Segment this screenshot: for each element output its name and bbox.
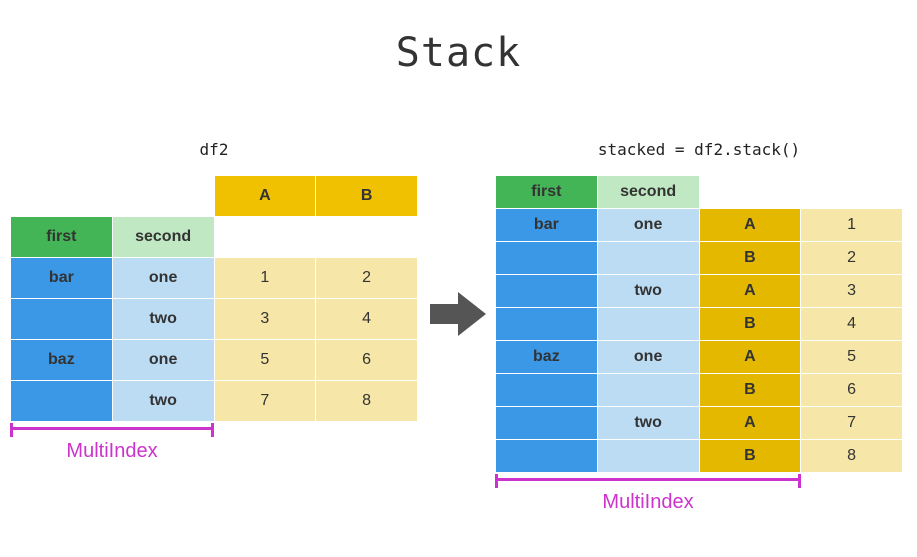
- table-row: B 6: [496, 374, 903, 407]
- right-panel: stacked = df2.stack() first second bar o…: [495, 140, 903, 514]
- cell-value: 8: [801, 440, 903, 473]
- stacked-col: A: [699, 407, 801, 440]
- stacked-col: B: [699, 242, 801, 275]
- blank-cell: [801, 176, 903, 209]
- cell-value: 1: [214, 258, 316, 299]
- table-row: first second: [11, 217, 418, 258]
- index-first: bar: [496, 209, 598, 242]
- index-second: one: [112, 258, 214, 299]
- index-second-empty: [597, 374, 699, 407]
- index-second-empty: [597, 242, 699, 275]
- right-table: first second bar one A 1 B 2 two A: [495, 175, 903, 473]
- index-second-empty: [597, 308, 699, 341]
- cell-value: 3: [214, 299, 316, 340]
- table-row: bar one A 1: [496, 209, 903, 242]
- index-first-empty: [496, 242, 598, 275]
- index-first: baz: [496, 341, 598, 374]
- index-second: two: [597, 407, 699, 440]
- stacked-col: A: [699, 341, 801, 374]
- index-first-empty: [496, 440, 598, 473]
- cell-value: 2: [316, 258, 418, 299]
- cell-value: 5: [214, 340, 316, 381]
- cell-value: 4: [316, 299, 418, 340]
- index-name-first: first: [496, 176, 598, 209]
- blank-cell: [11, 176, 113, 217]
- multiindex-bracket: [495, 477, 903, 491]
- index-second: one: [597, 341, 699, 374]
- index-name-second: second: [597, 176, 699, 209]
- cell-value: 6: [801, 374, 903, 407]
- left-table: A B first second bar one 1 2 two 3 4: [10, 175, 418, 422]
- stacked-col: B: [699, 374, 801, 407]
- blank-cell: [316, 217, 418, 258]
- table-row: B 4: [496, 308, 903, 341]
- table-row: baz one A 5: [496, 341, 903, 374]
- col-header: B: [316, 176, 418, 217]
- index-second: two: [112, 299, 214, 340]
- table-row: two A 3: [496, 275, 903, 308]
- multiindex-bracket: [10, 426, 418, 440]
- left-panel: df2 A B first second bar one 1 2: [10, 140, 418, 463]
- page-title: Stack: [0, 30, 917, 76]
- index-name-first: first: [11, 217, 113, 258]
- cell-value: 5: [801, 341, 903, 374]
- cell-value: 7: [214, 381, 316, 422]
- stacked-col: B: [699, 440, 801, 473]
- stacked-col: B: [699, 308, 801, 341]
- cell-value: 8: [316, 381, 418, 422]
- left-caption: df2: [10, 140, 418, 159]
- index-second: two: [597, 275, 699, 308]
- blank-cell: [214, 217, 316, 258]
- index-second: one: [112, 340, 214, 381]
- arrow-icon: [430, 290, 486, 338]
- col-header: A: [214, 176, 316, 217]
- table-row: first second: [496, 176, 903, 209]
- index-first: baz: [11, 340, 113, 381]
- cell-value: 3: [801, 275, 903, 308]
- right-caption: stacked = df2.stack(): [495, 140, 903, 159]
- multiindex-label: MultiIndex: [495, 491, 801, 514]
- index-first-empty: [496, 275, 598, 308]
- cell-value: 1: [801, 209, 903, 242]
- index-first: bar: [11, 258, 113, 299]
- index-first-empty: [496, 308, 598, 341]
- table-row: two A 7: [496, 407, 903, 440]
- cell-value: 6: [316, 340, 418, 381]
- table-row: baz one 5 6: [11, 340, 418, 381]
- stacked-col: A: [699, 209, 801, 242]
- stacked-col: A: [699, 275, 801, 308]
- index-second-empty: [597, 440, 699, 473]
- index-second: two: [112, 381, 214, 422]
- index-first-empty: [11, 381, 113, 422]
- cell-value: 7: [801, 407, 903, 440]
- blank-cell: [112, 176, 214, 217]
- index-first-empty: [496, 374, 598, 407]
- table-row: bar one 1 2: [11, 258, 418, 299]
- index-name-second: second: [112, 217, 214, 258]
- table-row: A B: [11, 176, 418, 217]
- index-second: one: [597, 209, 699, 242]
- table-row: B 2: [496, 242, 903, 275]
- table-row: B 8: [496, 440, 903, 473]
- table-row: two 3 4: [11, 299, 418, 340]
- multiindex-label: MultiIndex: [10, 440, 214, 463]
- cell-value: 2: [801, 242, 903, 275]
- index-first-empty: [496, 407, 598, 440]
- cell-value: 4: [801, 308, 903, 341]
- table-row: two 7 8: [11, 381, 418, 422]
- blank-cell: [699, 176, 801, 209]
- index-first-empty: [11, 299, 113, 340]
